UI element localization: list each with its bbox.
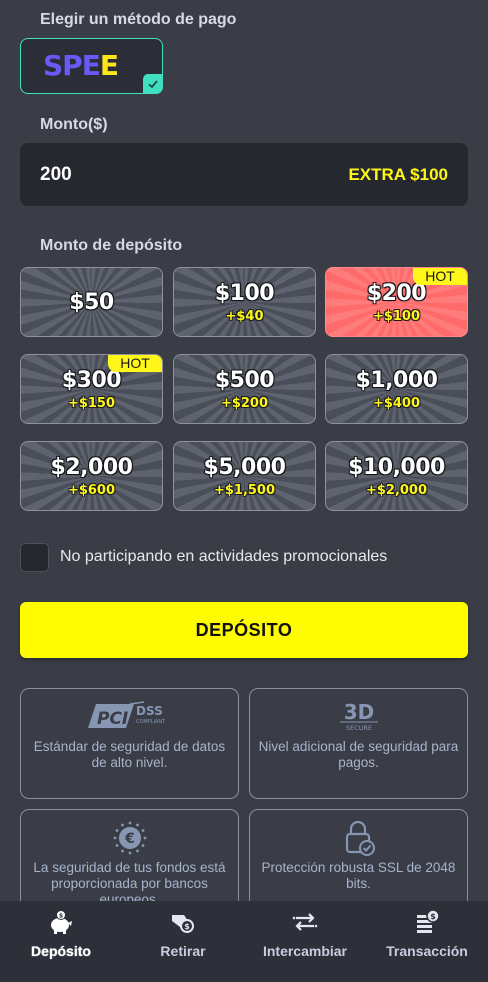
amount-input[interactable] xyxy=(40,143,240,206)
amount-tile-bonus: +$100 xyxy=(372,309,421,324)
nav-exchange[interactable]: Intercambiar xyxy=(244,901,366,982)
spei-logo: SPEE xyxy=(43,51,119,81)
deposit-amount-title: Monto de depósito xyxy=(40,237,183,254)
amount-tile[interactable]: $100 +$40 xyxy=(173,267,316,337)
svg-text:COMPLIANT: COMPLIANT xyxy=(136,719,166,725)
ssl-text: Protección robusta SSL de 2048 bits. xyxy=(261,860,456,891)
amount-tile[interactable]: $5,000 +$1,500 xyxy=(173,441,316,511)
amount-tile-value: $1,000 xyxy=(355,368,438,393)
amount-tile-bonus: +$2,000 xyxy=(365,483,428,498)
svg-text:3D: 3D xyxy=(343,700,374,724)
nav-withdraw[interactable]: $ Retirar xyxy=(122,901,244,982)
amount-tile[interactable]: $300 +$150 HOT xyxy=(20,354,163,424)
lock-check-icon xyxy=(250,820,467,856)
amount-tile-value: $10,000 xyxy=(348,455,445,480)
nav-transaction-label: Transacción xyxy=(386,943,468,959)
amount-tile-bonus: +$40 xyxy=(225,309,264,324)
svg-text:€: € xyxy=(124,831,135,847)
promo-opt-out-checkbox[interactable] xyxy=(20,542,49,572)
withdraw-icon: $ xyxy=(122,909,244,935)
nav-transaction[interactable]: $ Transacción xyxy=(366,901,488,982)
payment-method-title: Elegir un método de pago xyxy=(40,11,237,28)
svg-text:$: $ xyxy=(430,912,436,921)
3d-secure-card: 3D SECURE Nivel adicional de seguridad p… xyxy=(249,688,468,799)
pci-dss-text: Estándar de seguridad de datos de alto n… xyxy=(33,739,226,770)
euro-shield-icon: € xyxy=(21,820,238,856)
amount-tile[interactable]: $1,000 +$400 xyxy=(325,354,468,424)
svg-text:$: $ xyxy=(59,913,63,920)
svg-text:SECURE: SECURE xyxy=(345,724,371,732)
amount-tile-value: $100 xyxy=(214,281,275,306)
amount-tile[interactable]: $2,000 +$600 xyxy=(20,441,163,511)
nav-withdraw-label: Retirar xyxy=(160,943,206,959)
svg-text:$: $ xyxy=(184,922,190,931)
amount-tile[interactable]: $50 xyxy=(20,267,163,337)
extra-bonus: EXTRA $100 xyxy=(348,165,448,184)
exchange-icon xyxy=(244,909,366,935)
transaction-icon: $ xyxy=(366,909,488,935)
svg-text:DSS: DSS xyxy=(136,704,163,718)
amount-tile-value: $5,000 xyxy=(203,455,286,480)
nav-exchange-label: Intercambiar xyxy=(262,943,348,959)
amount-tile[interactable]: $200 +$100 HOT xyxy=(325,267,468,337)
promo-opt-out-label: No participando en actividades promocion… xyxy=(60,548,388,565)
amount-title: Monto($) xyxy=(40,116,108,133)
check-icon xyxy=(143,74,163,94)
pci-dss-card: PCI DSS COMPLIANT Estándar de seguridad … xyxy=(20,688,239,799)
pci-dss-icon: PCI DSS COMPLIANT xyxy=(21,699,238,735)
nav-deposit-label: Depósito xyxy=(31,943,91,959)
piggy-bank-icon: $ xyxy=(0,909,122,935)
svg-text:PCI: PCI xyxy=(97,709,128,729)
amount-tile-value: $50 xyxy=(69,290,114,315)
amount-tile-value: $2,000 xyxy=(50,455,133,480)
amount-tile-bonus: +$200 xyxy=(220,396,269,411)
amount-tile-bonus: +$600 xyxy=(67,483,116,498)
amount-tile[interactable]: $500 +$200 xyxy=(173,354,316,424)
amount-tile-bonus: +$1,500 xyxy=(213,483,276,498)
hot-badge: HOT xyxy=(108,355,162,372)
payment-method-spei[interactable]: SPEE xyxy=(20,38,163,94)
amount-tile-bonus: +$400 xyxy=(372,396,421,411)
3d-secure-icon: 3D SECURE xyxy=(250,699,467,735)
amount-tile-value: $500 xyxy=(214,368,275,393)
hot-badge: HOT xyxy=(413,268,467,285)
nav-deposit[interactable]: $ Depósito xyxy=(0,901,122,982)
amount-tile[interactable]: $10,000 +$2,000 xyxy=(325,441,468,511)
promo-opt-out-row: No participando en actividades promocion… xyxy=(20,542,387,572)
deposit-page: Elegir un método de pago SPEE Monto($) E… xyxy=(0,0,488,982)
amount-tile-bonus: +$150 xyxy=(67,396,116,411)
3d-secure-text: Nivel adicional de seguridad para pagos. xyxy=(258,739,459,770)
bottom-navigation: $ Depósito $ Retirar Intercambiar $ Tran… xyxy=(0,901,488,982)
deposit-button[interactable]: DEPÓSITO xyxy=(20,602,468,658)
amount-field: EXTRA $100 xyxy=(20,143,468,206)
